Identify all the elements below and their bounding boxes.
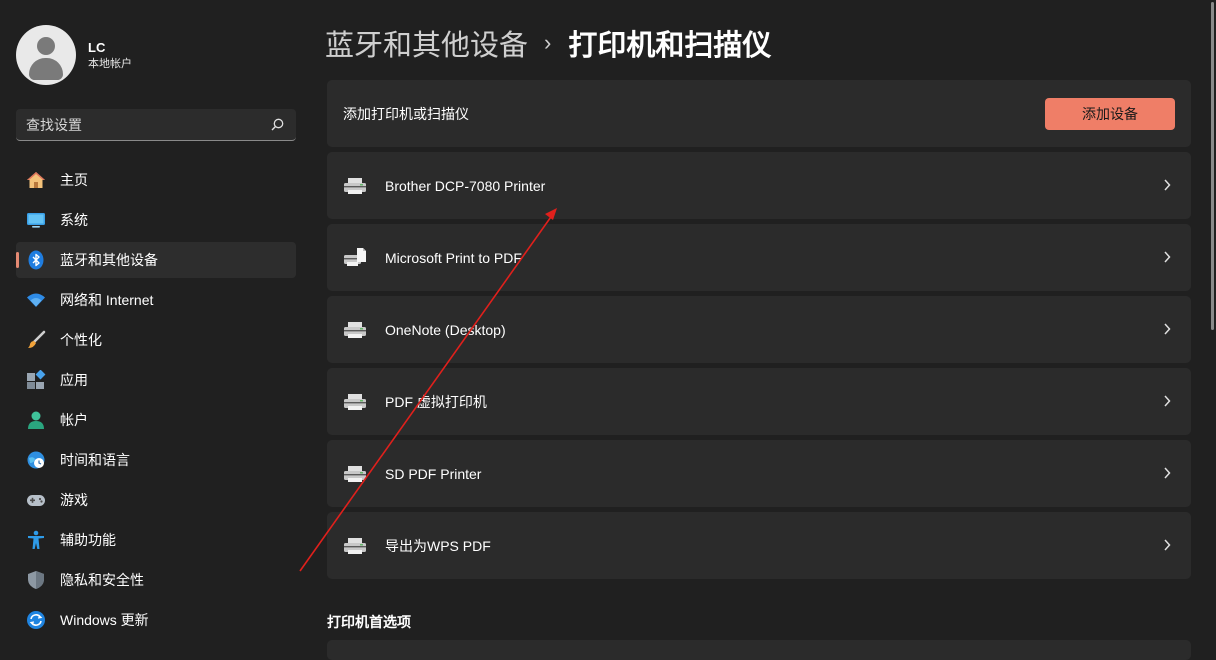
scrollbar[interactable] — [1211, 2, 1214, 330]
sidebar-item-home[interactable]: 主页 — [16, 162, 296, 198]
update-icon — [26, 610, 46, 630]
sidebar-item-label: 帐户 — [60, 412, 88, 428]
printer-name: PDF 虚拟打印机 — [385, 393, 487, 410]
add-device-button[interactable]: 添加设备 — [1045, 98, 1175, 130]
monitor-icon — [26, 210, 46, 230]
printer-icon — [344, 465, 366, 482]
apps-icon — [26, 370, 46, 390]
sidebar-item-label: 个性化 — [60, 332, 102, 348]
account-icon — [26, 410, 46, 430]
sidebar-item-network[interactable]: 网络和 Internet — [16, 282, 296, 318]
avatar[interactable] — [16, 25, 76, 85]
sidebar-item-label: Windows 更新 — [60, 612, 149, 628]
chevron-right-icon — [1164, 251, 1171, 263]
printer-name: OneNote (Desktop) — [385, 321, 506, 338]
brush-icon — [26, 330, 46, 350]
sidebar-item-privacy[interactable]: 隐私和安全性 — [16, 562, 296, 598]
breadcrumb-separator: › — [544, 30, 552, 55]
wifi-icon — [26, 290, 46, 310]
chevron-right-icon — [1164, 395, 1171, 407]
sidebar-item-bluetooth[interactable]: 蓝牙和其他设备 — [16, 242, 296, 278]
printer-name: SD PDF Printer — [385, 465, 482, 482]
sidebar-item-gaming[interactable]: 游戏 — [16, 482, 296, 518]
search-input[interactable] — [26, 115, 256, 135]
sidebar-item-accounts[interactable]: 帐户 — [16, 402, 296, 438]
globe-clock-icon — [26, 450, 46, 470]
printer-row-microsoft-pdf[interactable]: Microsoft Print to PDF — [327, 224, 1191, 291]
chevron-right-icon — [1164, 539, 1171, 551]
printer-icon — [344, 537, 366, 554]
printer-row-onenote[interactable]: OneNote (Desktop) — [327, 296, 1191, 363]
sidebar-item-label: 系统 — [60, 212, 88, 228]
search-box[interactable] — [16, 109, 296, 141]
printer-icon — [344, 393, 366, 410]
home-icon — [26, 170, 46, 190]
sidebar-item-accessibility[interactable]: 辅助功能 — [16, 522, 296, 558]
printer-name: Brother DCP-7080 Printer — [385, 177, 546, 194]
sidebar-item-windows-update[interactable]: Windows 更新 — [16, 602, 296, 638]
printer-icon — [344, 177, 366, 194]
printer-icon — [344, 321, 366, 338]
pdf-printer-icon — [344, 247, 366, 266]
chevron-right-icon — [1164, 179, 1171, 191]
sidebar-item-system[interactable]: 系统 — [16, 202, 296, 238]
sidebar-item-label: 游戏 — [60, 492, 88, 508]
sidebar-item-time-language[interactable]: 时间和语言 — [16, 442, 296, 478]
printer-row-brother[interactable]: Brother DCP-7080 Printer — [327, 152, 1191, 219]
printer-row-sd-pdf[interactable]: SD PDF Printer — [327, 440, 1191, 507]
breadcrumb-parent[interactable]: 蓝牙和其他设备 — [325, 22, 528, 64]
add-printer-card: 添加打印机或扫描仪 添加设备 — [327, 80, 1191, 147]
account-type: 本地帐户 — [88, 57, 132, 70]
printer-row-pdf-virtual[interactable]: PDF 虚拟打印机 — [327, 368, 1191, 435]
sidebar-item-label: 主页 — [60, 172, 88, 188]
sidebar-item-label: 应用 — [60, 372, 88, 388]
sidebar-item-apps[interactable]: 应用 — [16, 362, 296, 398]
profile-name: LC — [88, 39, 106, 55]
bluetooth-icon — [26, 250, 46, 270]
breadcrumb: 蓝牙和其他设备 › 打印机和扫描仪 — [325, 22, 771, 64]
sidebar-item-label: 蓝牙和其他设备 — [60, 252, 158, 268]
shield-icon — [26, 570, 46, 590]
sidebar-nav: 主页 系统 蓝牙和其他设备 网络和 Internet 个性化 应用 帐户 时间和… — [16, 162, 296, 642]
printer-preferences-heading: 打印机首选项 — [327, 614, 411, 630]
printer-name: 导出为WPS PDF — [385, 537, 491, 554]
sidebar-item-label: 隐私和安全性 — [60, 572, 144, 588]
search-icon[interactable] — [271, 118, 284, 131]
printer-name: Microsoft Print to PDF — [385, 249, 522, 266]
accessibility-icon — [26, 530, 46, 550]
sidebar-item-label: 辅助功能 — [60, 532, 116, 548]
user-profile[interactable]: LC 本地帐户 — [16, 25, 132, 85]
sidebar-item-personalization[interactable]: 个性化 — [16, 322, 296, 358]
gamepad-icon — [26, 490, 46, 510]
sidebar-item-label: 网络和 Internet — [60, 292, 154, 308]
chevron-right-icon — [1164, 323, 1171, 335]
printer-row-wps-pdf[interactable]: 导出为WPS PDF — [327, 512, 1191, 579]
sidebar: LC 本地帐户 主页 系统 蓝牙和其他设备 — [0, 0, 312, 652]
sidebar-item-label: 时间和语言 — [60, 452, 130, 468]
chevron-right-icon — [1164, 467, 1171, 479]
add-printer-label: 添加打印机或扫描仪 — [343, 105, 469, 122]
preferences-card[interactable] — [327, 640, 1191, 660]
page-title: 打印机和扫描仪 — [568, 30, 772, 62]
